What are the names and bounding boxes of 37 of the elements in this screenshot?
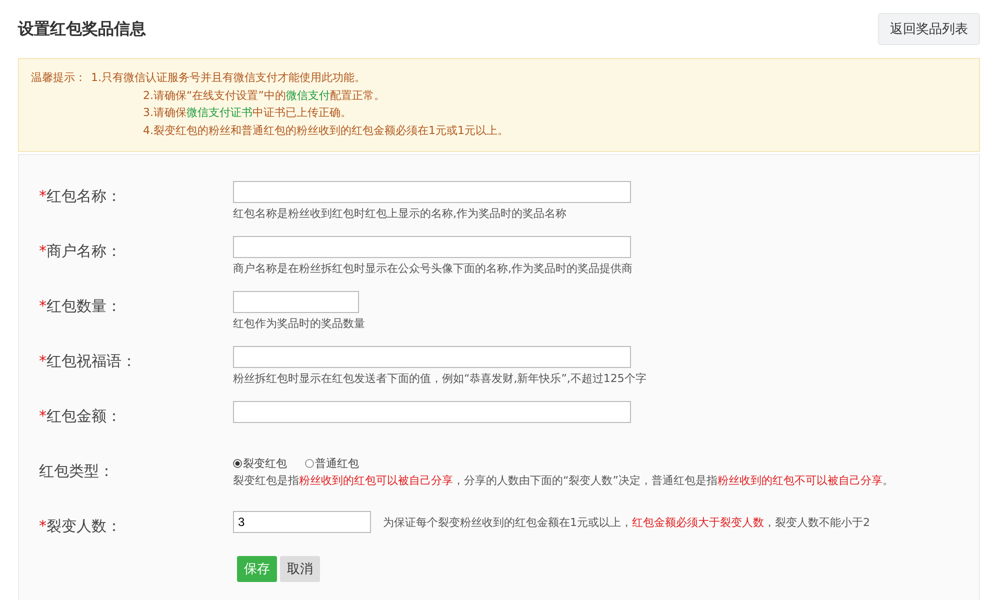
field-note: 为保证每个裂变粉丝收到的红包金额在1元或以上，红包金额必须大于裂变人数，裂变人数不能小于2 [383,514,870,530]
field-label: 红包数量： [46,297,122,315]
field-label: 红包名称： [46,187,122,205]
required-mark: * [39,297,46,315]
page-title: 设置红包奖品信息 [18,18,146,40]
field-label: 红包祝福语： [46,352,136,370]
radio-label[interactable]: 普通红包 [315,456,359,471]
radio-button[interactable] [305,459,314,468]
required-mark: * [39,187,46,205]
required-mark: * [39,407,46,425]
input-field[interactable] [233,181,631,203]
input-field[interactable] [233,346,631,368]
field-label: 商户名称： [46,242,122,260]
back-to-list-button[interactable]: 返回奖品列表 [878,13,980,45]
cancel-button[interactable]: 取消 [280,556,320,582]
required-mark: * [39,517,46,535]
notice-label: 温馨提示： [31,70,87,86]
required-mark: * [39,242,46,260]
notice-text: 2.请确保“在线支付设置”中的微信支付配置正常。 [142,88,386,104]
field-label: 裂变人数： [46,517,122,535]
input-field[interactable] [233,401,631,423]
field-hint: 商户名称是在粉丝拆红包时显示在公众号头像下面的名称,作为奖品时的奖品提供商 [233,261,634,276]
input-field[interactable]: 3 [233,511,371,533]
field-hint: 粉丝拆红包时显示在红包发送者下面的值，例如“恭喜发财,新年快乐”,不超过125个字 [233,371,648,386]
notice-text: 3.请确保微信支付证书中证书已上传正确。 [142,105,352,121]
notice-text: 4.裂变红包的粉丝和普通红包的粉丝收到的红包金额必须在1元或1元以上。 [142,122,508,138]
field-hint: 红包作为奖品时的奖品数量 [233,316,366,331]
field-label: 红包金额： [46,407,122,425]
radio-button[interactable] [233,459,242,468]
required-mark: * [39,352,46,370]
input-field[interactable] [233,236,631,258]
field-label: 红包类型： [39,462,114,480]
input-field[interactable] [233,291,359,313]
radio-label[interactable]: 裂变红包 [243,456,287,471]
field-hint: 红包名称是粉丝收到红包时红包上显示的名称,作为奖品时的奖品名称 [233,206,568,221]
field-note: 裂变红包是指粉丝收到的红包可以被自己分享，分享的人数由下面的“裂变人数”决定，普通红包是指粉丝收到的红包不可以被自己分享。 [233,473,894,488]
notice-text: 1.只有微信认证服务号并且有微信支付才能使用此功能。 [91,70,366,86]
